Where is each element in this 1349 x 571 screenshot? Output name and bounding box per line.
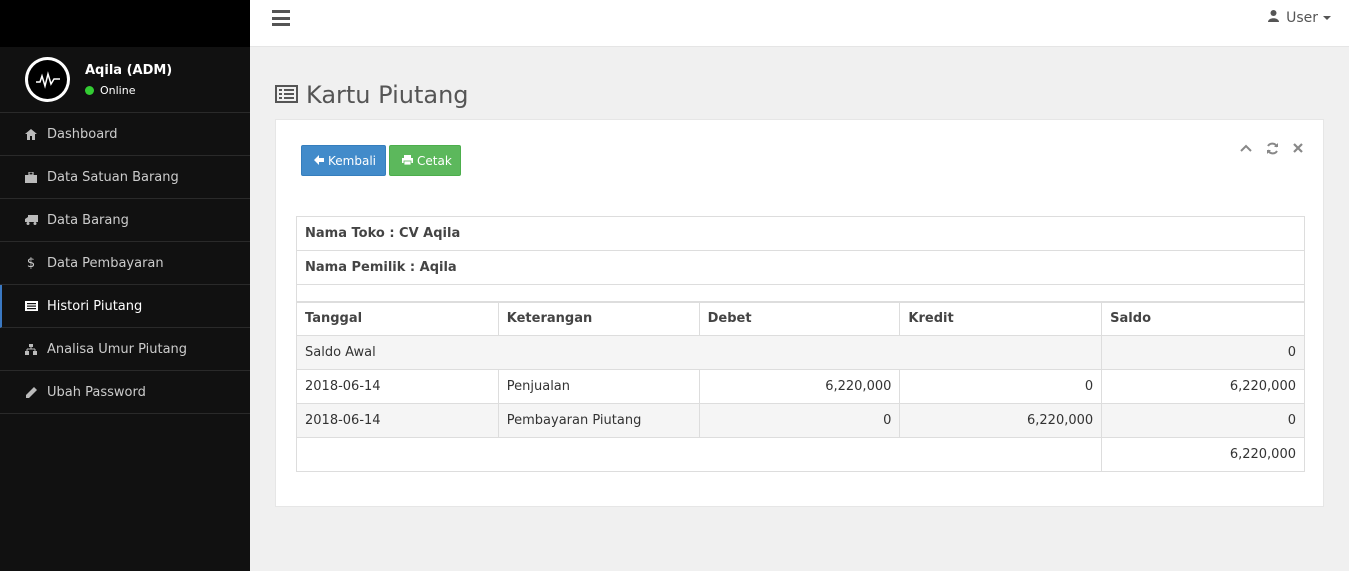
briefcase-icon xyxy=(24,170,38,184)
sidebar-item-data-satuan-barang[interactable]: Data Satuan Barang xyxy=(0,156,250,199)
cell-credit: 0 xyxy=(899,369,1103,404)
column-header: Keterangan xyxy=(497,300,700,336)
profile-status: Online xyxy=(85,84,172,97)
table-row: Nama Toko : CV Aqila xyxy=(296,216,1305,251)
table-row: Saldo Awal 0 xyxy=(295,335,1305,370)
user-icon xyxy=(1268,10,1280,26)
table-row: Nama Pemilik : Aqila xyxy=(296,250,1305,285)
dollar-icon: $ xyxy=(26,255,36,271)
cell-debit: 0 xyxy=(698,403,901,438)
cell-credit: 6,220,000 xyxy=(899,403,1103,438)
sidebar-item-label: Ubah Password xyxy=(47,384,146,400)
panel-tools xyxy=(1239,141,1305,155)
content-panel: Kembali Cetak Nama Toko : CV Aqila Nama … xyxy=(275,119,1324,507)
owner-name: Nama Pemilik : Aqila xyxy=(296,250,1305,285)
cell-date: 2018-06-14 xyxy=(296,369,499,404)
user-dropdown[interactable]: User xyxy=(1268,10,1331,26)
arrow-left-icon xyxy=(314,154,324,168)
column-header: Tanggal xyxy=(296,300,499,336)
table-header-row: Tanggal Keterangan Debet Kredit Saldo xyxy=(296,300,1305,336)
truck-icon xyxy=(24,213,38,227)
column-header: Debet xyxy=(698,300,901,336)
pencil-icon xyxy=(24,385,38,399)
receivable-card-table: Nama Toko : CV Aqila Nama Pemilik : Aqil… xyxy=(295,216,1305,472)
column-header: Kredit xyxy=(899,300,1103,336)
sidebar-menu: Dashboard Data Satuan Barang Data Barang… xyxy=(0,113,250,414)
profile-name: Aqila (ADM) xyxy=(85,62,173,78)
total-balance: 6,220,000 xyxy=(1101,437,1305,472)
cell-debit: 6,220,000 xyxy=(698,369,901,404)
back-button[interactable]: Kembali xyxy=(301,145,386,176)
online-status-icon xyxy=(85,85,94,95)
print-button[interactable]: Cetak xyxy=(389,145,461,176)
cell-date: 2018-06-14 xyxy=(296,403,499,438)
opening-balance-label: Saldo Awal xyxy=(295,335,1103,370)
sidebar-item-data-barang[interactable]: Data Barang xyxy=(0,199,250,242)
avatar xyxy=(25,57,70,102)
opening-balance-value: 0 xyxy=(1101,335,1305,370)
sidebar-item-dashboard[interactable]: Dashboard xyxy=(0,113,250,156)
list-alt-icon xyxy=(275,81,298,109)
cell-balance: 6,220,000 xyxy=(1101,369,1305,404)
print-icon xyxy=(402,154,413,168)
menu-toggle-icon[interactable] xyxy=(272,10,290,26)
list-alt-icon xyxy=(24,299,38,313)
home-icon xyxy=(24,127,38,141)
sidebar-item-data-pembayaran[interactable]: $ Data Pembayaran xyxy=(0,242,250,285)
sidebar-item-label: Histori Piutang xyxy=(47,298,143,314)
chevron-down-icon xyxy=(1323,16,1331,20)
store-name: Nama Toko : CV Aqila xyxy=(296,216,1305,251)
sitemap-icon xyxy=(24,342,38,356)
top-navbar: User xyxy=(250,0,1349,47)
sidebar: Aqila (ADM) Online Dashboard Data Satuan… xyxy=(0,0,250,571)
table-row: 6,220,000 xyxy=(295,437,1305,472)
sidebar-item-analisa-umur-piutang[interactable]: Analisa Umur Piutang xyxy=(0,328,250,371)
table-row: 2018-06-14 Pembayaran Piutang 0 6,220,00… xyxy=(296,403,1305,438)
sidebar-item-label: Data Pembayaran xyxy=(47,255,164,271)
sidebar-header xyxy=(0,0,250,47)
cell-description: Penjualan xyxy=(497,369,700,404)
sidebar-item-ubah-password[interactable]: Ubah Password xyxy=(0,371,250,414)
user-profile: Aqila (ADM) Online xyxy=(0,47,250,113)
sidebar-item-label: Analisa Umur Piutang xyxy=(47,341,188,357)
table-row xyxy=(296,284,1305,302)
cell-balance: 0 xyxy=(1101,403,1305,438)
sidebar-item-label: Data Satuan Barang xyxy=(47,169,179,185)
column-header: Saldo xyxy=(1101,300,1305,336)
sidebar-item-histori-piutang[interactable]: Histori Piutang xyxy=(0,285,250,328)
sidebar-item-label: Dashboard xyxy=(47,126,118,142)
table-row: 2018-06-14 Penjualan 6,220,000 0 6,220,0… xyxy=(296,369,1305,404)
refresh-icon[interactable] xyxy=(1265,141,1279,155)
page-title: Kartu Piutang xyxy=(275,81,469,109)
chevron-up-icon[interactable] xyxy=(1239,141,1253,155)
cell-description: Pembayaran Piutang xyxy=(497,403,700,438)
user-label: User xyxy=(1286,10,1318,26)
sidebar-item-label: Data Barang xyxy=(47,212,129,228)
close-icon[interactable] xyxy=(1291,141,1305,155)
